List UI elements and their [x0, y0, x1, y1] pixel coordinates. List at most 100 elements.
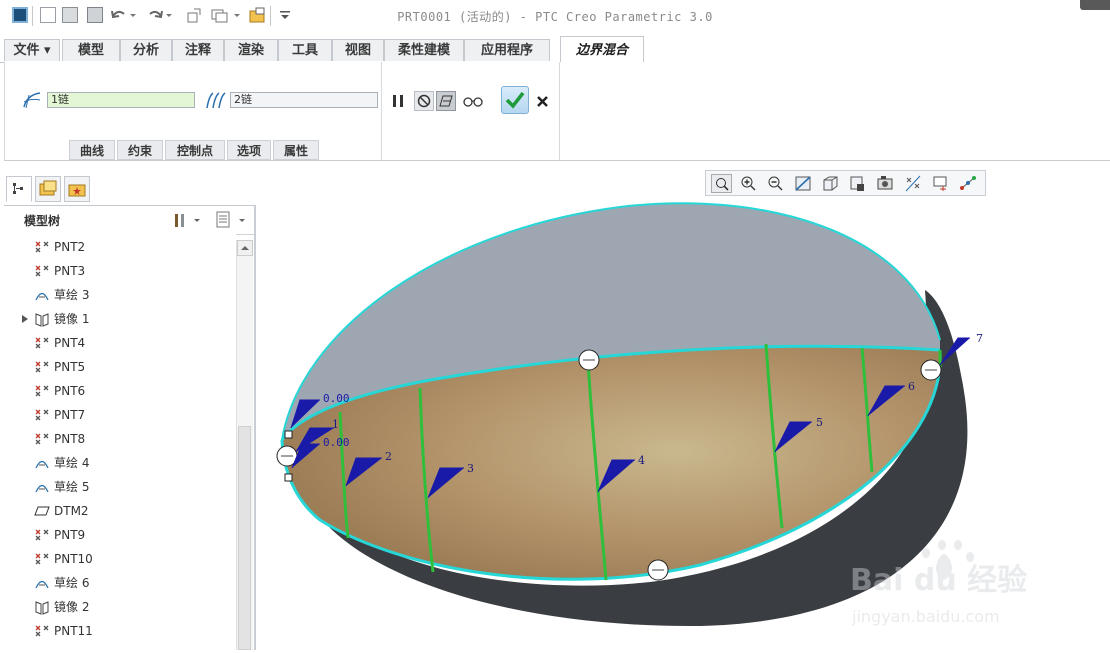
tree-item[interactable]: PNT5 — [4, 356, 236, 378]
datum-point-icon — [34, 527, 50, 543]
subtab-control-points[interactable]: 控制点 — [165, 140, 225, 160]
sketch-icon — [34, 287, 50, 303]
view-manager-icon[interactable] — [847, 174, 868, 193]
first-direction-chain-field[interactable]: 1链 — [47, 92, 195, 108]
tree-item-label: PNT2 — [54, 240, 86, 254]
datum-point-icon — [34, 623, 50, 639]
watermark-brand: Bai du 经验 — [850, 563, 1027, 598]
dimension-value-top[interactable]: 0.00 — [323, 392, 350, 405]
tree-item[interactable]: 草绘 3 — [4, 284, 236, 306]
annotation-display-icon[interactable] — [931, 174, 952, 193]
tree-item-label: PNT7 — [54, 408, 86, 422]
curve-label-7: 7 — [976, 332, 983, 345]
ribbon-panel: 1链 2链 曲线 约束 控制点 选项 属性 — [4, 62, 1110, 161]
tree-item[interactable]: PNT4 — [4, 332, 236, 354]
tree-item[interactable]: 草绘 6 — [4, 572, 236, 594]
tab-render[interactable]: 渲染 — [224, 39, 278, 61]
display-style-icon[interactable] — [875, 174, 896, 193]
tree-item[interactable]: 镜像 1 — [4, 308, 236, 330]
datum-point-icon — [34, 551, 50, 567]
tree-item[interactable]: PNT11 — [4, 620, 236, 642]
sketch-icon — [34, 479, 50, 495]
geometry-preview-button[interactable] — [436, 91, 456, 111]
ribbon-separator — [559, 62, 560, 160]
zoom-out-icon[interactable] — [765, 174, 786, 193]
second-direction-icon — [203, 90, 227, 110]
window-title: PRT0001 (活动的) - PTC Creo Parametric 3.0 — [397, 10, 713, 24]
model-tree-tab-icon[interactable] — [6, 176, 32, 202]
scroll-thumb[interactable] — [238, 426, 251, 650]
tab-file[interactable]: 文件 ▾ — [4, 39, 60, 61]
dimension-value-bottom[interactable]: 0.00 — [323, 436, 350, 449]
subtab-curves[interactable]: 曲线 — [69, 140, 115, 160]
repaint-icon[interactable] — [793, 174, 814, 193]
model-tree-header: 模型树 — [4, 205, 256, 235]
first-direction-icon — [21, 90, 43, 110]
tree-item-label: PNT11 — [54, 624, 93, 638]
subtab-constraints[interactable]: 约束 — [117, 140, 163, 160]
tree-item-label: PNT9 — [54, 528, 86, 542]
tree-item[interactable]: PNT6 — [4, 380, 236, 402]
curve-label-4: 4 — [638, 454, 645, 467]
tree-item[interactable]: PNT8 — [4, 428, 236, 450]
window-control-button[interactable] — [1080, 0, 1110, 10]
tree-item-label: 草绘 6 — [54, 576, 90, 590]
datum-point-icon — [34, 431, 50, 447]
mirror-icon — [34, 311, 50, 327]
datum-plane-icon — [34, 503, 50, 519]
tree-item-label: PNT3 — [54, 264, 86, 278]
tab-model[interactable]: 模型 — [62, 39, 120, 61]
watermark-url: jingyan.baidu.com — [851, 607, 1000, 626]
verify-mode-button[interactable] — [461, 91, 485, 111]
tab-flexible-modeling[interactable]: 柔性建模 — [384, 39, 464, 61]
tab-analysis[interactable]: 分析 — [120, 39, 172, 61]
tree-item[interactable]: PNT3 — [4, 260, 236, 282]
tree-item[interactable]: 草绘 4 — [4, 452, 236, 474]
datum-point-icon — [34, 263, 50, 279]
sketch-icon — [34, 455, 50, 471]
tab-applications[interactable]: 应用程序 — [464, 39, 550, 61]
tree-item[interactable]: PNT7 — [4, 404, 236, 426]
datum-point-icon — [34, 383, 50, 399]
datum-display-icon[interactable] — [903, 174, 924, 193]
graphics-viewport[interactable]: 0.00 0.00 1 2 3 4 5 6 7 Bai du 经验 jingya… — [256, 196, 1110, 650]
tab-annotate[interactable]: 注释 — [172, 39, 224, 61]
tree-item[interactable]: PNT10 — [4, 548, 236, 570]
second-direction-chain-field[interactable]: 2链 — [230, 92, 378, 108]
tree-item[interactable]: PNT9 — [4, 524, 236, 546]
tree-item-label: 草绘 4 — [54, 456, 90, 470]
datum-point-icon — [34, 407, 50, 423]
tree-item-label: PNT6 — [54, 384, 86, 398]
refit-icon[interactable] — [711, 174, 732, 193]
tree-item-label: 镜像 2 — [54, 600, 90, 614]
folder-browser-tab-icon[interactable] — [35, 176, 61, 202]
tree-filter-icon[interactable] — [214, 210, 248, 230]
tab-tools[interactable]: 工具 — [278, 39, 332, 61]
scroll-up-arrow-icon[interactable] — [237, 240, 253, 256]
subtab-properties[interactable]: 属性 — [273, 140, 319, 160]
pause-button[interactable] — [389, 91, 409, 111]
curve-label-1: 1 — [332, 418, 339, 431]
no-preview-button[interactable] — [414, 91, 434, 111]
tab-view[interactable]: 视图 — [332, 39, 384, 61]
tangent-handle-bottom — [284, 473, 293, 482]
favorites-tab-icon[interactable] — [64, 176, 90, 202]
zoom-in-icon[interactable] — [738, 174, 759, 193]
mirror-icon — [34, 599, 50, 615]
spin-center-icon[interactable] — [958, 174, 979, 193]
subtab-options[interactable]: 选项 — [227, 140, 271, 160]
ok-button[interactable] — [501, 86, 529, 114]
tree-item[interactable]: 镜像 2 — [4, 596, 236, 618]
ribbon-separator — [381, 62, 382, 160]
tree-item[interactable]: PNT2 — [4, 236, 236, 258]
tree-item[interactable]: 草绘 5 — [4, 476, 236, 498]
datum-point-icon — [34, 239, 50, 255]
tree-item[interactable]: DTM2 — [4, 500, 236, 522]
tree-item-label: PNT8 — [54, 432, 86, 446]
model-tree-scrollbar[interactable] — [236, 240, 253, 650]
saved-orientations-icon[interactable] — [820, 174, 841, 193]
cancel-button[interactable] — [533, 91, 553, 111]
tab-boundary-blend[interactable]: 边界混合 — [560, 36, 644, 63]
ribbon-tab-bar: 文件 ▾ 模型 分析 注释 渲染 工具 视图 柔性建模 应用程序 边界混合 — [0, 36, 1110, 63]
settings-tools-icon[interactable] — [172, 211, 202, 229]
